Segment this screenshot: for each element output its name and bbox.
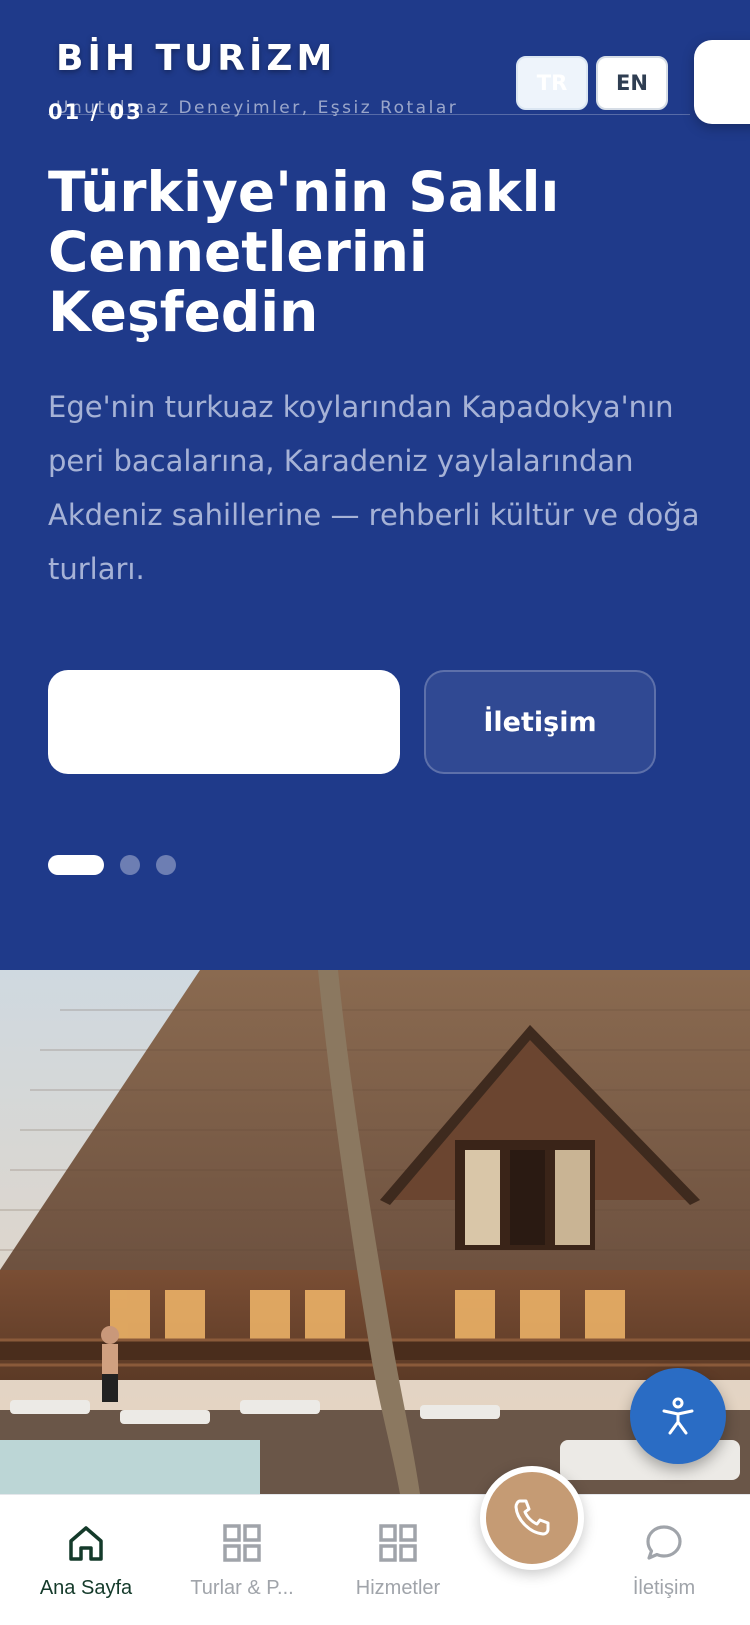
nav-label-home: Ana Sayfa xyxy=(39,1577,133,1599)
chat-bubble-icon xyxy=(644,1521,684,1565)
menu-button[interactable] xyxy=(694,40,750,124)
home-icon xyxy=(66,1521,106,1565)
slide-dot-active[interactable] xyxy=(48,855,104,875)
grid-icon xyxy=(222,1521,262,1565)
hero-title: Türkiye'nin Saklı Cennetlerini Keşfedin xyxy=(48,160,560,344)
grid-icon xyxy=(378,1521,418,1565)
primary-cta-button[interactable] xyxy=(48,670,400,774)
contact-cta-button[interactable]: İletişim xyxy=(424,670,656,774)
brand-logo[interactable]: BİH TURİZM xyxy=(56,38,336,79)
accessibility-icon xyxy=(662,1397,694,1435)
language-tr-button[interactable]: TR xyxy=(516,56,588,110)
phone-icon xyxy=(514,1499,550,1536)
language-en-button[interactable]: EN xyxy=(596,56,668,110)
accessibility-button[interactable] xyxy=(630,1368,726,1464)
slide-dot[interactable] xyxy=(156,855,176,875)
nav-item-home[interactable]: Ana Sayfa xyxy=(6,1495,166,1625)
nav-label-tours: Turlar & P... xyxy=(190,1577,294,1599)
bottom-navigation: Ana Sayfa Turlar & P... Hizmetler İletiş… xyxy=(0,1494,750,1624)
hero-section: BİH TURİZM Unutulmaz Deneyimler, Eşsiz R… xyxy=(0,0,750,970)
hero-description: Ege'nin turkuaz koylarından Kapadokya'nı… xyxy=(48,390,700,586)
nav-label-contact: İletişim xyxy=(632,1577,696,1599)
nav-item-tours[interactable]: Turlar & P... xyxy=(162,1495,322,1625)
slide-counter: 01 / 03 xyxy=(48,100,143,124)
call-button[interactable] xyxy=(480,1466,584,1570)
slide-dot[interactable] xyxy=(120,855,140,875)
nav-item-services[interactable]: Hizmetler xyxy=(318,1495,478,1625)
nav-label-services: Hizmetler xyxy=(355,1577,441,1599)
nav-item-contact[interactable]: İletişim xyxy=(584,1495,744,1625)
